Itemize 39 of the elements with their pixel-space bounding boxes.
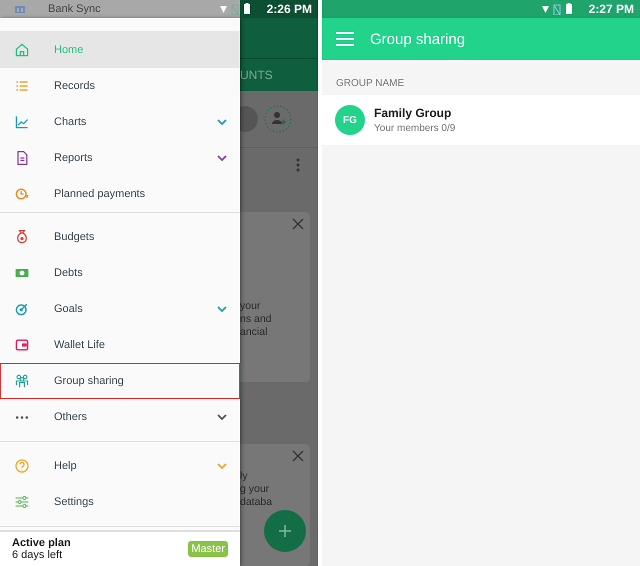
- drawer-item[interactable]: Goals: [0, 291, 240, 327]
- add-button[interactable]: [264, 510, 306, 552]
- status-time: 2:27 PM: [588, 2, 634, 16]
- plan-days-left: 6 days left: [12, 549, 64, 561]
- drawer-item[interactable]: Planned payments: [0, 176, 240, 212]
- app-bar-title: Group sharing: [370, 30, 466, 48]
- card-text-line: ly: [240, 470, 249, 483]
- drawer-item[interactable]: Reports: [0, 140, 240, 176]
- menu-icon[interactable]: [336, 32, 354, 46]
- more-vertical-icon: [296, 158, 300, 172]
- drawer-item[interactable]: Help: [0, 448, 240, 484]
- group-avatar: FG: [335, 105, 365, 135]
- group-members: Your members 0/9: [374, 123, 456, 134]
- plan-title: Active plan: [12, 537, 71, 549]
- close-icon: [292, 450, 304, 462]
- drawer-item[interactable]: Others: [0, 399, 240, 435]
- plus-icon: [278, 524, 292, 538]
- drawer-item[interactable]: Records: [0, 68, 240, 104]
- group-name: Family Group: [374, 106, 452, 120]
- tab-label: UNTS: [240, 68, 273, 82]
- drawer-item[interactable]: Budgets: [0, 219, 240, 255]
- add-person-icon: [264, 105, 292, 133]
- close-icon: [292, 218, 304, 230]
- card-text-line: databa: [240, 496, 274, 509]
- card-text-line: ancial: [240, 326, 268, 339]
- card-text-line: g your: [240, 483, 270, 496]
- card-text-line: ns and: [240, 313, 273, 326]
- drawer-item[interactable]: Wallet Life: [0, 327, 240, 363]
- drawer-item[interactable]: Charts: [0, 104, 240, 140]
- section-header: GROUP NAME: [335, 77, 406, 91]
- group-list-item[interactable]: FG Family Group Your members 0/9: [322, 95, 640, 145]
- plan-badge: Master: [188, 541, 228, 557]
- status-time: 2:26 PM: [266, 2, 312, 16]
- drawer-item[interactable]: Debts: [0, 255, 240, 291]
- drawer-item[interactable]: Group sharing: [0, 363, 240, 399]
- card-text-line: your: [240, 300, 262, 313]
- drawer-item-label[interactable]: Bank Sync: [48, 3, 101, 15]
- bank-icon: [14, 5, 26, 13]
- drawer-item[interactable]: Settings: [0, 484, 240, 520]
